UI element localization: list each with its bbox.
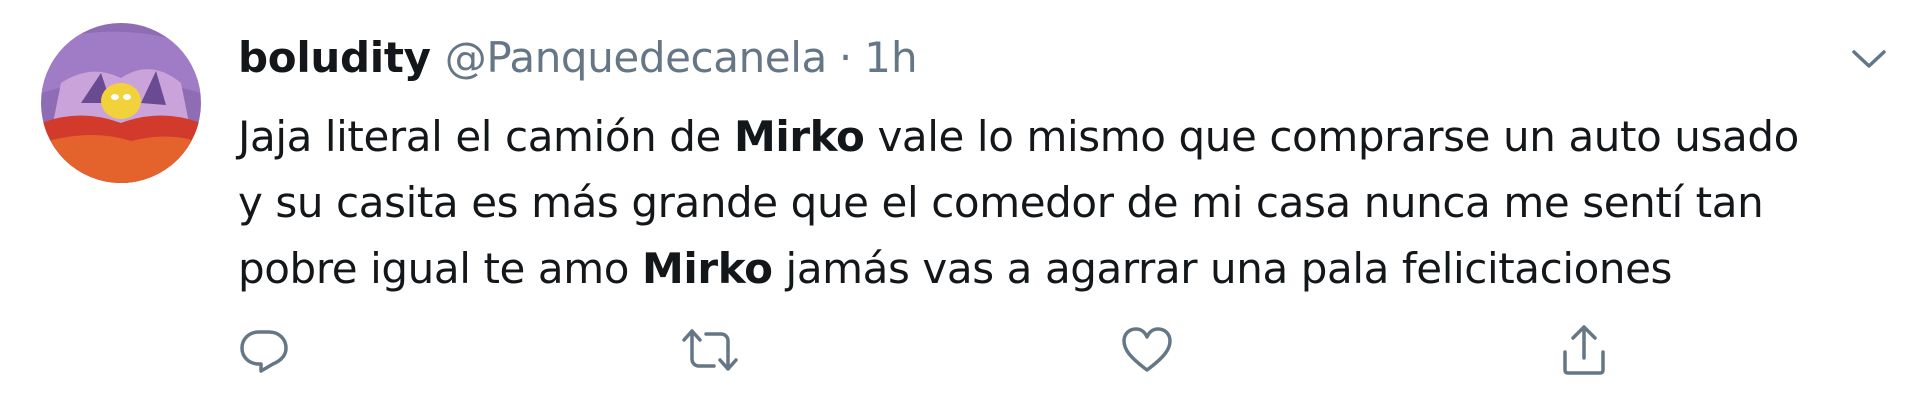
tweet-text-line: Jaja literal el camión de Mirko vale lo …: [238, 104, 1878, 170]
mention-highlight: Mirko: [642, 244, 773, 293]
separator-dot: ·: [838, 33, 853, 82]
retweet-icon: [682, 329, 738, 371]
text-segment: Jaja literal el camión de: [238, 112, 734, 161]
tweet-actions: [0, 318, 1920, 388]
text-segment: jamás vas a agarrar una pala felicitacio…: [772, 244, 1673, 293]
heart-icon: [1122, 327, 1172, 372]
reply-icon: [240, 330, 288, 373]
text-segment: vale lo mismo que comprarse un auto usad…: [864, 112, 1799, 161]
share-button[interactable]: [1552, 318, 1616, 382]
tweet-text-line: pobre igual te amo Mirko jamás vas a aga…: [238, 236, 1878, 302]
reply-button[interactable]: [232, 318, 296, 382]
tweet-card[interactable]: boludity @Panquedecanela · 1h Jaja liter…: [0, 0, 1920, 403]
tweet-header: boludity @Panquedecanela · 1h: [238, 28, 918, 88]
chevron-down-icon[interactable]: [1846, 42, 1892, 76]
display-name[interactable]: boludity: [238, 28, 431, 88]
avatar[interactable]: [41, 23, 201, 183]
avatar-image: [41, 23, 201, 183]
tweet-text: Jaja literal el camión de Mirko vale lo …: [238, 104, 1878, 302]
tweet-text-line: y su casita es más grande que el comedor…: [238, 178, 1764, 227]
share-icon: [1563, 325, 1605, 375]
retweet-button[interactable]: [678, 318, 742, 382]
timestamp[interactable]: 1h: [864, 28, 917, 88]
user-handle[interactable]: @Panquedecanela: [445, 28, 828, 88]
mention-highlight: Mirko: [733, 112, 865, 161]
text-segment: pobre igual te amo: [238, 244, 643, 293]
like-button[interactable]: [1115, 318, 1179, 382]
